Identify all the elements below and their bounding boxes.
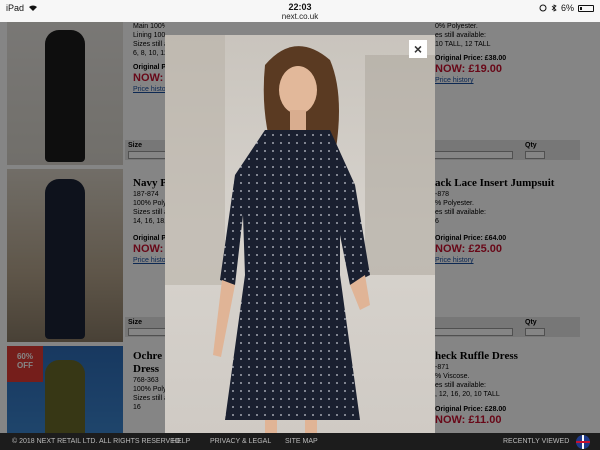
image-zoom-modal: × [165, 35, 435, 438]
url-bar[interactable]: next.co.uk [0, 12, 600, 21]
product-zoom-image [165, 35, 435, 438]
uk-flag-icon[interactable] [576, 435, 590, 449]
site-footer: © 2018 NEXT RETAIL LTD. ALL RIGHTS RESER… [0, 433, 600, 450]
help-link[interactable]: HELP [172, 438, 190, 445]
battery-percent: 6% [560, 3, 574, 13]
rotation-lock-icon [539, 4, 547, 12]
bluetooth-icon [551, 4, 557, 12]
clock: 22:03 [288, 2, 312, 12]
battery-icon [578, 4, 594, 12]
copyright-text: © 2018 NEXT RETAIL LTD. ALL RIGHTS RESER… [12, 438, 182, 445]
privacy-link[interactable]: PRIVACY & LEGAL [210, 438, 271, 445]
status-bar: iPad 22:03 next.co.uk 6% [0, 0, 600, 22]
close-button[interactable]: × [409, 40, 427, 58]
sitemap-link[interactable]: SITE MAP [285, 438, 318, 445]
recently-viewed-link[interactable]: RECENTLY VIEWED [503, 438, 569, 445]
